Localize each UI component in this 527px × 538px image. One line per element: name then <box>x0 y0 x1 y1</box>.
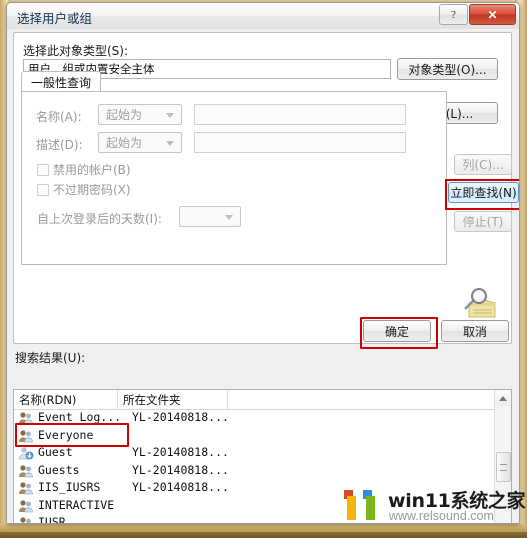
search-folder-icon <box>464 288 496 318</box>
win11-logo-icon <box>344 490 375 520</box>
help-icon[interactable]: ? <box>439 4 468 25</box>
query-panel: 名称(A): 起始为 描述(D): 起始为 禁用的帐户(B) 不过期密码(X) … <box>21 91 447 265</box>
group-icon <box>19 482 33 495</box>
group-icon <box>20 517 31 523</box>
scroll-up-icon[interactable] <box>495 390 510 406</box>
chevron-down-icon <box>166 112 174 118</box>
tab-common-query[interactable]: 一般性查询 <box>21 71 102 93</box>
row-name: Event Log... <box>38 410 122 424</box>
column-header-folder[interactable]: 所在文件夹 <box>118 390 228 409</box>
group-icon <box>19 429 33 442</box>
table-row[interactable]: Guests YL-20140818... <box>14 462 494 480</box>
name-input[interactable] <box>194 104 406 125</box>
columns-button[interactable]: 列(C)... <box>454 154 512 175</box>
dialog-client-area: 选择此对象类型(S): 用户、组或内置安全主体 对象类型(O)... 查找位置(… <box>7 29 519 523</box>
table-row[interactable]: Everyone <box>14 427 494 445</box>
disabled-accounts-checkbox[interactable] <box>37 164 49 176</box>
group-icon <box>19 412 33 425</box>
chevron-down-icon <box>166 140 174 146</box>
row-folder: YL-20140818... <box>132 462 229 477</box>
column-header-name[interactable]: 名称(RDN) <box>14 390 118 409</box>
row-folder: YL-20140818... <box>132 480 229 494</box>
description-label: 描述(D): <box>36 138 83 152</box>
list-header: 名称(RDN) 所在文件夹 <box>14 390 511 410</box>
row-folder: YL-20140818... <box>132 410 229 424</box>
cancel-button[interactable]: 取消 <box>441 320 509 342</box>
non-expiring-password-checkbox[interactable] <box>37 184 49 196</box>
table-row[interactable]: Guest YL-20140818... <box>14 444 494 462</box>
days-since-login-select[interactable] <box>179 206 241 227</box>
dialog-title: 选择用户或组 <box>17 11 93 26</box>
description-condition-select[interactable]: 起始为 <box>98 132 182 153</box>
watermark-url: www.relsound.com <box>389 509 494 523</box>
select-users-or-groups-dialog: 选择用户或组 ? ✕ 选择此对象类型(S): 用户、组或内置安全主体 对象类型(… <box>6 2 520 524</box>
row-folder: YL-20140818... <box>132 445 229 459</box>
row-name: Guest <box>38 445 73 459</box>
scrollbar-thumb[interactable] <box>496 452 511 482</box>
days-since-login-label: 自上次登录后的天数(I): <box>37 212 162 226</box>
row-name: Everyone <box>38 427 94 442</box>
search-results-label: 搜索结果(U): <box>15 351 86 365</box>
stop-button[interactable]: 停止(T) <box>454 211 512 232</box>
close-icon[interactable]: ✕ <box>469 4 516 25</box>
table-row[interactable]: Event Log... YL-20140818... <box>14 409 494 427</box>
query-tabstrip: 一般性查询 <box>21 71 445 93</box>
name-label: 名称(A): <box>36 110 82 124</box>
find-now-button[interactable]: 立即查找(N) <box>448 182 519 203</box>
user-disabled-icon <box>19 447 34 460</box>
object-type-label: 选择此对象类型(S): <box>23 44 129 58</box>
description-condition-value: 起始为 <box>106 136 143 150</box>
screenshot-root: 选择用户或组 ? ✕ 选择此对象类型(S): 用户、组或内置安全主体 对象类型(… <box>0 0 527 538</box>
watermark: win11系统之家 www.relsound.com <box>344 484 526 534</box>
ok-button[interactable]: 确定 <box>363 320 431 342</box>
name-condition-select[interactable]: 起始为 <box>98 104 182 125</box>
description-input[interactable] <box>194 132 406 153</box>
disabled-accounts-label: 禁用的帐户(B) <box>53 163 131 177</box>
name-condition-value: 起始为 <box>106 108 143 122</box>
row-name: IIS_IUSRS <box>38 480 101 494</box>
row-name: Guests <box>38 462 80 477</box>
group-icon <box>19 464 33 477</box>
group-icon <box>19 499 33 512</box>
dialog-titlebar[interactable]: 选择用户或组 ? ✕ <box>7 3 519 30</box>
row-name: INTERACTIVE <box>38 497 115 512</box>
window-buttons: ? ✕ <box>438 4 516 25</box>
non-expiring-password-label: 不过期密码(X) <box>53 183 131 197</box>
chevron-down-icon <box>225 214 233 220</box>
column-header-spacer <box>228 390 494 409</box>
row-name: IUSR <box>38 515 66 523</box>
